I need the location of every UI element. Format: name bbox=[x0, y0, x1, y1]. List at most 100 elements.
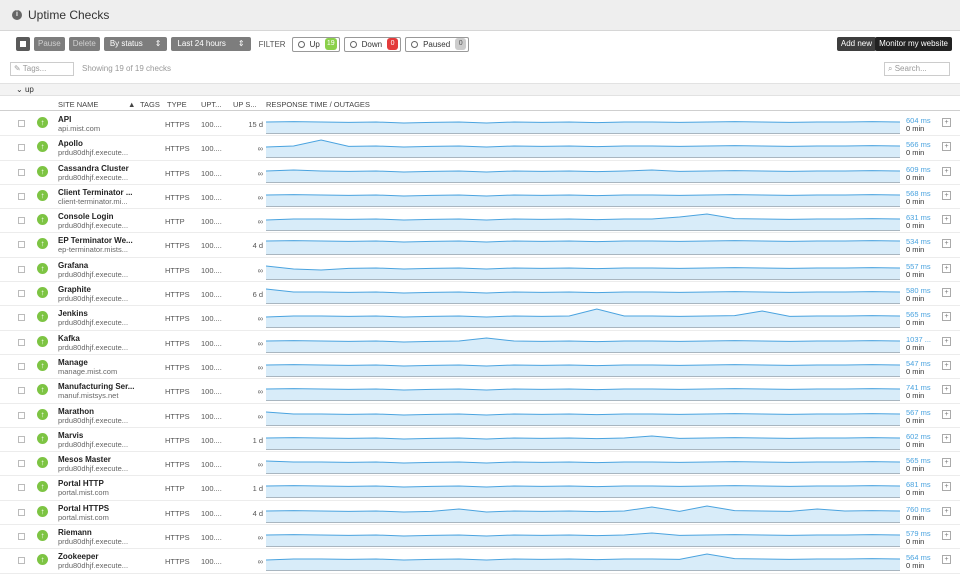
row-checkbox[interactable] bbox=[18, 265, 25, 273]
range-select[interactable]: Last 24 hours ⇕ bbox=[171, 37, 251, 51]
check-name[interactable]: Marvis bbox=[58, 431, 83, 440]
table-row[interactable]: ↑ Grafana prdu80dhjf.execute... HTTPS 100...… bbox=[0, 258, 960, 283]
table-row[interactable]: ↑ Cassandra Cluster prdu80dhjf.execute... H… bbox=[0, 161, 960, 185]
response-sparkline[interactable] bbox=[266, 187, 900, 207]
column-uptime[interactable]: UPT... bbox=[201, 100, 221, 109]
column-response-time[interactable]: RESPONSE TIME / OUTAGES bbox=[266, 100, 370, 109]
row-checkbox[interactable] bbox=[18, 338, 25, 346]
table-row[interactable]: ↑ EP Terminator We... ep-terminator.mists.… bbox=[0, 233, 960, 258]
row-checkbox[interactable] bbox=[18, 435, 25, 443]
row-checkbox[interactable] bbox=[18, 192, 25, 200]
table-row[interactable]: ↑ Manufacturing Ser... manuf.mistsys.net HT… bbox=[0, 379, 960, 404]
expand-icon[interactable]: + bbox=[942, 166, 951, 176]
response-sparkline[interactable] bbox=[266, 333, 900, 353]
search-input[interactable]: ⌕ Search... bbox=[884, 62, 950, 76]
info-icon[interactable]: i bbox=[12, 10, 22, 20]
check-name[interactable]: Zookeeper bbox=[58, 552, 98, 561]
row-checkbox[interactable] bbox=[18, 241, 25, 249]
table-row[interactable]: ↑ Kafka prdu80dhjf.execute... HTTPS 100.... ∞… bbox=[0, 331, 960, 355]
tags-input[interactable]: ✎ Tags... bbox=[10, 62, 74, 76]
response-sparkline[interactable] bbox=[266, 235, 900, 256]
check-name[interactable]: Mesos Master bbox=[58, 455, 111, 464]
check-name[interactable]: Manage bbox=[58, 358, 88, 367]
response-sparkline[interactable] bbox=[266, 478, 900, 499]
row-checkbox[interactable] bbox=[18, 314, 25, 322]
response-sparkline[interactable] bbox=[266, 284, 900, 305]
column-type[interactable]: TYPE bbox=[167, 100, 187, 109]
response-sparkline[interactable] bbox=[266, 357, 900, 377]
column-tags[interactable]: TAGS bbox=[140, 100, 160, 109]
column-site-name[interactable]: SITE NAME bbox=[58, 100, 98, 109]
check-name[interactable]: Grafana bbox=[58, 261, 88, 270]
monitor-website-button[interactable]: Monitor my website bbox=[875, 37, 952, 51]
expand-icon[interactable]: + bbox=[942, 118, 951, 127]
response-sparkline[interactable] bbox=[266, 308, 900, 329]
response-sparkline[interactable] bbox=[266, 406, 900, 426]
response-sparkline[interactable] bbox=[266, 138, 900, 159]
table-row[interactable]: ↑ Apollo prdu80dhjf.execute... HTTPS 100....… bbox=[0, 136, 960, 161]
check-name[interactable]: Manufacturing Ser... bbox=[58, 382, 134, 391]
table-row[interactable]: ↑ Graphite prdu80dhjf.execute... HTTPS 100..… bbox=[0, 282, 960, 307]
response-sparkline[interactable] bbox=[266, 381, 900, 402]
table-row[interactable]: ↑ Console Login prdu80dhjf.execute... HTTP 1… bbox=[0, 209, 960, 234]
response-sparkline[interactable] bbox=[266, 527, 900, 548]
expand-icon[interactable]: + bbox=[942, 263, 951, 273]
table-row[interactable]: ↑ Jenkins prdu80dhjf.execute... HTTPS 100...… bbox=[0, 306, 960, 331]
response-sparkline[interactable] bbox=[266, 551, 900, 572]
expand-icon[interactable]: + bbox=[942, 336, 951, 346]
response-sparkline[interactable] bbox=[266, 163, 900, 183]
group-header-up[interactable]: ⌄ up bbox=[0, 83, 960, 96]
filter-up[interactable]: Up 19 bbox=[291, 36, 340, 52]
table-row[interactable]: ↑ Client Terminator ... client-terminator.… bbox=[0, 185, 960, 210]
check-name[interactable]: API bbox=[58, 115, 71, 124]
expand-icon[interactable]: + bbox=[942, 555, 951, 565]
expand-icon[interactable]: + bbox=[942, 531, 951, 541]
add-new-button[interactable]: Add new bbox=[836, 37, 876, 51]
response-sparkline[interactable] bbox=[266, 260, 900, 280]
check-name[interactable]: Client Terminator ... bbox=[58, 188, 133, 197]
row-checkbox[interactable] bbox=[18, 387, 25, 395]
response-sparkline[interactable] bbox=[266, 211, 900, 232]
expand-icon[interactable]: + bbox=[942, 409, 951, 419]
expand-icon[interactable]: + bbox=[942, 360, 951, 370]
expand-icon[interactable]: + bbox=[942, 506, 951, 516]
table-row[interactable]: ↑ Riemann prdu80dhjf.execute... HTTPS 100...… bbox=[0, 525, 960, 550]
table-row[interactable]: ↑ Portal HTTP portal.mist.com HTTP 100.... 1 … bbox=[0, 476, 960, 501]
row-checkbox[interactable] bbox=[18, 217, 25, 225]
expand-icon[interactable]: + bbox=[942, 239, 951, 249]
row-checkbox[interactable] bbox=[18, 484, 25, 492]
check-name[interactable]: Graphite bbox=[58, 285, 91, 294]
column-up-since[interactable]: UP S... bbox=[233, 100, 257, 109]
row-checkbox[interactable] bbox=[18, 460, 25, 468]
expand-icon[interactable]: + bbox=[942, 312, 951, 322]
response-sparkline[interactable] bbox=[266, 503, 900, 523]
row-checkbox[interactable] bbox=[18, 411, 25, 419]
check-name[interactable]: Portal HTTP bbox=[58, 479, 104, 488]
check-name[interactable]: Portal HTTPS bbox=[58, 504, 109, 513]
row-checkbox[interactable] bbox=[18, 362, 25, 370]
expand-icon[interactable]: + bbox=[942, 433, 951, 443]
row-checkbox[interactable] bbox=[18, 290, 25, 298]
row-checkbox[interactable] bbox=[18, 144, 25, 152]
check-name[interactable]: Cassandra Cluster bbox=[58, 164, 129, 173]
check-name[interactable]: Console Login bbox=[58, 212, 114, 221]
expand-icon[interactable]: + bbox=[942, 142, 951, 152]
table-row[interactable]: ↑ Zookeeper prdu80dhjf.execute... HTTPS 100.… bbox=[0, 549, 960, 574]
expand-icon[interactable]: + bbox=[942, 215, 951, 225]
expand-icon[interactable]: + bbox=[942, 288, 951, 298]
expand-icon[interactable]: + bbox=[942, 458, 951, 468]
check-name[interactable]: Apollo bbox=[58, 139, 83, 148]
table-row[interactable]: ↑ Marathon prdu80dhjf.execute... HTTPS 100..… bbox=[0, 404, 960, 428]
row-checkbox[interactable] bbox=[18, 557, 25, 565]
row-checkbox[interactable] bbox=[18, 168, 25, 176]
row-checkbox[interactable] bbox=[18, 120, 25, 127]
response-sparkline[interactable] bbox=[266, 430, 900, 450]
table-row[interactable]: ↑ Mesos Master prdu80dhjf.execute... HTTPS 1… bbox=[0, 452, 960, 477]
table-row[interactable]: ↑ Portal HTTPS portal.mist.com HTTPS 100....… bbox=[0, 501, 960, 526]
filter-paused[interactable]: Paused 0 bbox=[405, 36, 470, 52]
table-row[interactable]: ↑ Marvis prdu80dhjf.execute... HTTPS 100....… bbox=[0, 428, 960, 453]
check-name[interactable]: Riemann bbox=[58, 528, 92, 537]
row-checkbox[interactable] bbox=[18, 508, 25, 516]
row-checkbox[interactable] bbox=[18, 533, 25, 541]
status-select[interactable]: By status ⇕ bbox=[103, 37, 168, 51]
